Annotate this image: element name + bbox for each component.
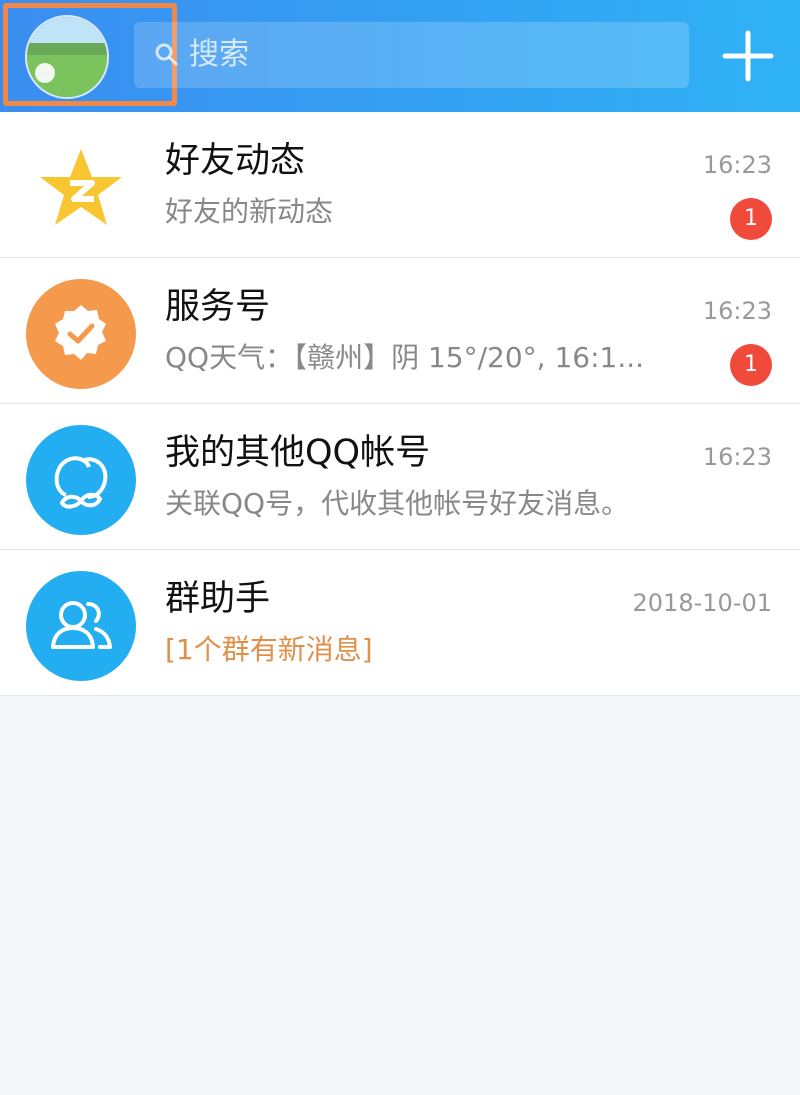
empty-area (0, 698, 800, 1095)
list-item-service-account[interactable]: 服务号 QQ天气：【赣州】阴 15°/20°, 16:1... 16:23 1 (0, 258, 800, 404)
unread-badge: 1 (730, 344, 772, 386)
row-subtitle: QQ天气：【赣州】阴 15°/20°, 16:1... (165, 341, 645, 374)
message-list: 好友动态 好友的新动态 16:23 1 服务号 QQ天气：【赣州】阴 15°/2… (0, 112, 800, 696)
row-subtitle: 好友的新动态 (165, 195, 334, 228)
linked-accounts-icon (26, 425, 136, 535)
row-title: 群助手 (165, 579, 271, 619)
row-title: 好友动态 (165, 141, 306, 181)
list-item-other-accounts[interactable]: 我的其他QQ帐号 关联QQ号，代收其他帐号好友消息。 16:23 (0, 404, 800, 550)
row-subtitle: [1个群有新消息] (165, 633, 373, 666)
row-time: 16:23 (702, 443, 772, 471)
qzone-star-icon (40, 149, 122, 225)
search-bar[interactable]: 搜索 (134, 22, 689, 88)
row-time: 16:23 (702, 297, 772, 325)
search-placeholder: 搜索 (189, 37, 249, 72)
search-icon (155, 43, 178, 66)
group-assistant-icon (26, 571, 136, 681)
plus-icon[interactable] (722, 30, 774, 82)
row-subtitle: 关联QQ号，代收其他帐号好友消息。 (165, 487, 630, 520)
list-item-group-assistant[interactable]: 群助手 [1个群有新消息] 2018-10-01 (0, 550, 800, 696)
row-time: 16:23 (702, 151, 772, 179)
service-account-icon (26, 279, 136, 389)
unread-badge: 1 (730, 198, 772, 240)
row-title: 服务号 (165, 287, 271, 327)
row-time: 2018-10-01 (632, 589, 772, 617)
top-bar: 搜索 (0, 0, 800, 112)
list-item-friend-feed[interactable]: 好友动态 好友的新动态 16:23 1 (0, 112, 800, 258)
row-title: 我的其他QQ帐号 (165, 433, 431, 473)
